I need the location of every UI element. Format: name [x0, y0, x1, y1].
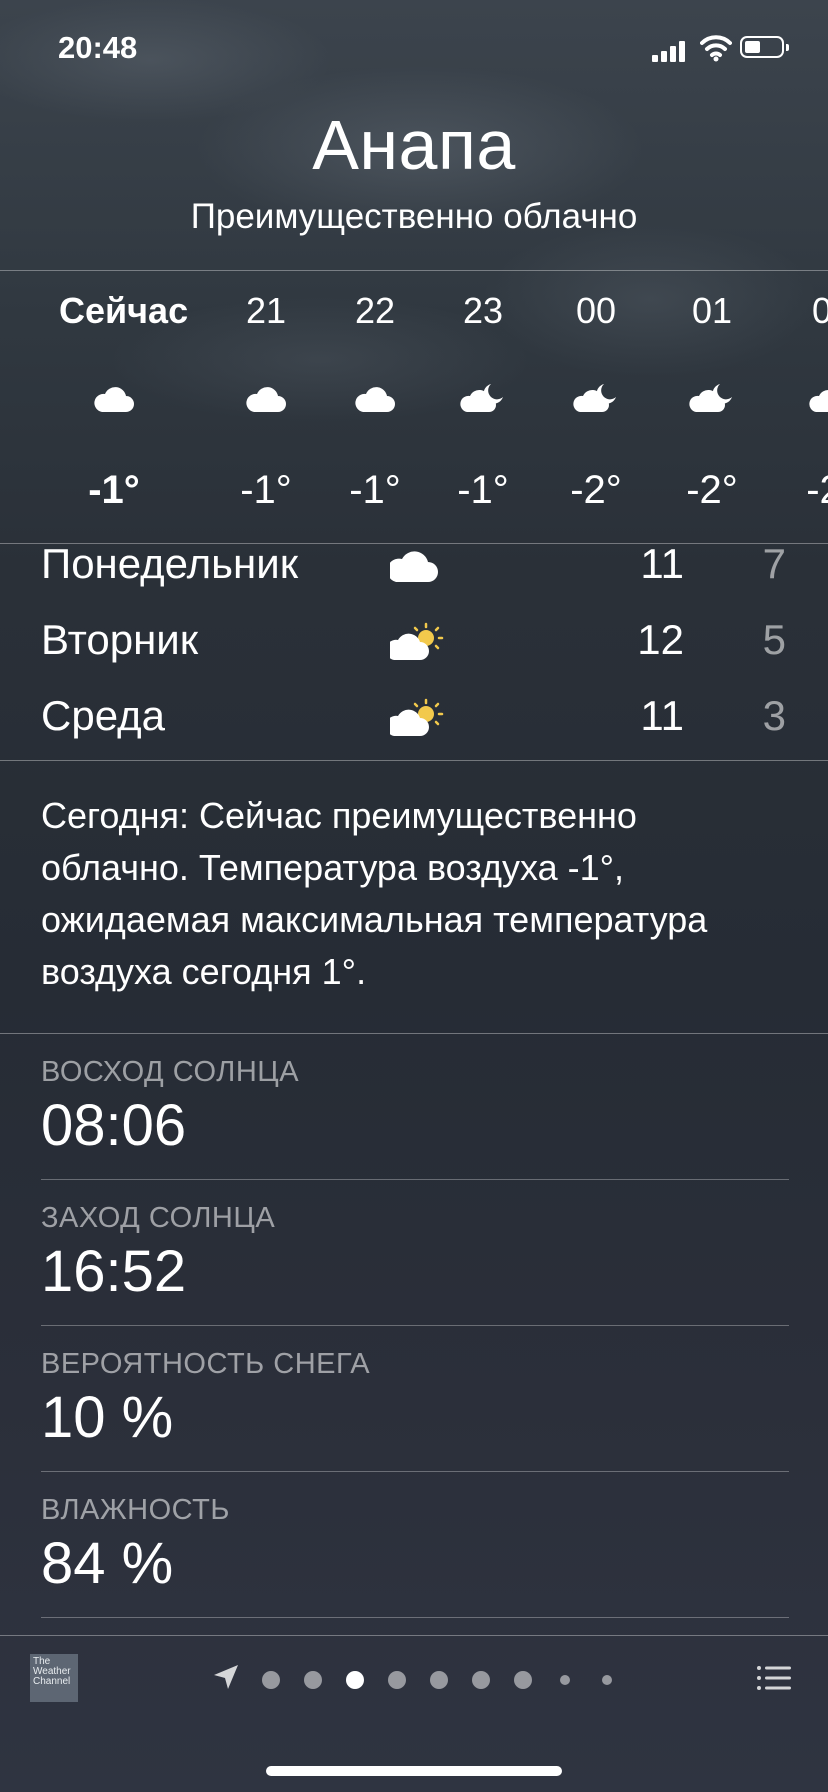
detail-label: ЗАХОД СОЛНЦА	[41, 1202, 276, 1234]
detail-snow-chance: ВЕРОЯТНОСТЬ СНЕГА 10 %	[41, 1326, 789, 1472]
page-dot[interactable]	[262, 1671, 280, 1689]
hour-temp: -1°	[240, 468, 292, 512]
day-high: 11	[640, 540, 684, 587]
hour-temp: -2°	[686, 468, 738, 512]
day-low: 7	[762, 540, 786, 587]
page-dot[interactable]	[472, 1671, 490, 1689]
hour-temp: -1°	[349, 468, 401, 512]
detail-value: 10 %	[41, 1385, 174, 1450]
hour-temp: -1°	[88, 468, 140, 512]
wifi-icon	[700, 35, 732, 62]
hour-label: 21	[245, 290, 287, 331]
hour-label: 23	[462, 290, 504, 331]
day-low: 3	[762, 692, 786, 739]
cloud-icon	[246, 387, 286, 412]
status-time: 20:48	[58, 30, 138, 65]
day-name: Вторник	[41, 616, 199, 663]
cloud-moon-icon	[460, 384, 503, 412]
page-dot[interactable]	[388, 1671, 406, 1689]
home-indicator[interactable]	[266, 1766, 562, 1776]
battery-icon	[740, 36, 789, 58]
page-dot[interactable]	[304, 1671, 322, 1689]
detail-label: ВЕРОЯТНОСТЬ СНЕГА	[41, 1348, 371, 1380]
page-dot[interactable]	[430, 1671, 448, 1689]
daily-row: Понедельник 11 7	[0, 530, 828, 606]
cloud-moon-icon	[809, 390, 828, 412]
current-condition: Преимущественно облачно	[190, 197, 638, 236]
cloud-icon	[94, 387, 134, 412]
page-dot[interactable]	[514, 1671, 532, 1689]
page-dot-active[interactable]	[346, 1671, 364, 1689]
detail-sunset: ЗАХОД СОЛНЦА 16:52	[41, 1180, 789, 1326]
day-high: 12	[637, 616, 684, 663]
divider	[0, 760, 828, 761]
status-bar: 20:48	[0, 0, 828, 100]
day-name: Понедельник	[41, 540, 299, 587]
sun-cloud-icon	[390, 698, 444, 736]
cloud-moon-icon	[573, 384, 616, 412]
hour-label: 01	[691, 290, 733, 331]
weather-channel-logo[interactable]: The Weather Channel	[30, 1654, 78, 1702]
hour-temp: -1°	[457, 468, 509, 512]
day-low: 5	[762, 616, 786, 663]
detail-value: 16:52	[41, 1239, 187, 1304]
hour-label: 22	[354, 290, 396, 331]
day-high: 11	[640, 692, 684, 739]
cloud-icon	[355, 387, 395, 412]
hourly-forecast[interactable]: Сейчас -1° 21 -1° 22 -1° 23 -1° 00 -2° 0…	[0, 270, 828, 543]
location-arrow-icon[interactable]	[211, 1662, 241, 1692]
hour-temp: -2°	[806, 468, 828, 512]
signal-icon	[652, 40, 692, 62]
cloud-moon-icon	[689, 384, 732, 412]
daily-row: Среда 11 3	[0, 682, 828, 758]
page-dot[interactable]	[560, 1675, 570, 1685]
detail-humidity: ВЛАЖНОСТЬ 84 %	[41, 1472, 789, 1618]
detail-value: 08:06	[41, 1093, 187, 1158]
list-icon[interactable]	[756, 1664, 792, 1692]
hour-temp: -2°	[570, 468, 622, 512]
detail-label: ВЛАЖНОСТЬ	[41, 1494, 230, 1526]
detail-sunrise: ВОСХОД СОЛНЦА 08:06	[41, 1034, 789, 1180]
day-name: Среда	[41, 692, 165, 739]
hour-label: 00	[575, 290, 617, 331]
page-dot[interactable]	[602, 1675, 612, 1685]
today-summary: Сегодня: Сейчас преимущественно облачно.…	[41, 795, 708, 992]
detail-label: ВОСХОД СОЛНЦА	[41, 1056, 300, 1088]
cloud-icon	[390, 551, 438, 582]
detail-value: 84 %	[41, 1531, 174, 1596]
city-name: Анапа	[312, 106, 516, 184]
sun-cloud-icon	[390, 622, 444, 660]
daily-row: Вторник 12 5	[0, 606, 828, 682]
hour-label: 02	[811, 290, 828, 331]
hour-label: Сейчас	[59, 290, 189, 331]
